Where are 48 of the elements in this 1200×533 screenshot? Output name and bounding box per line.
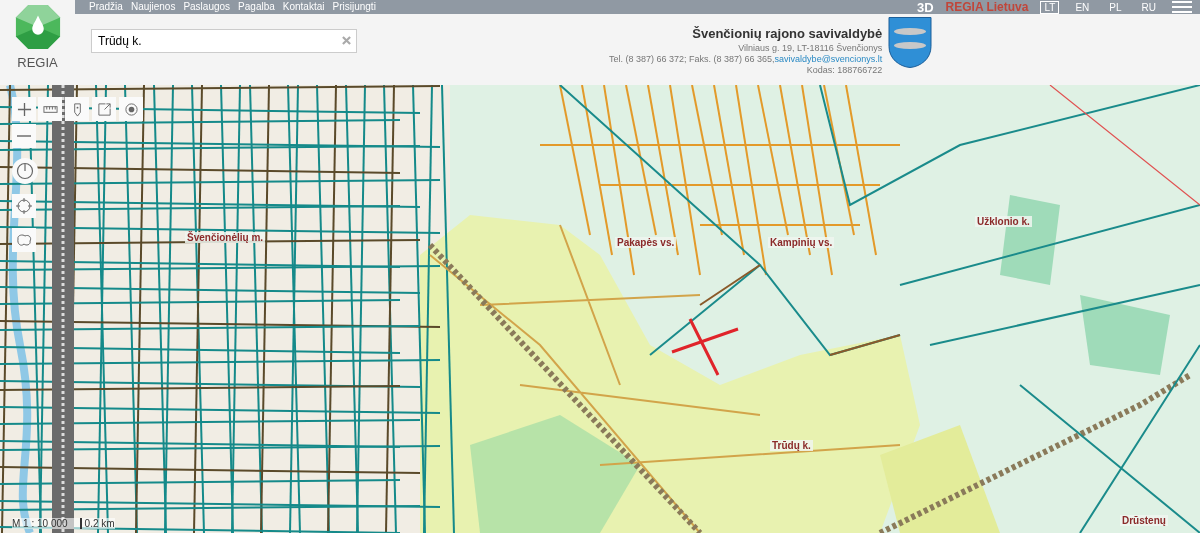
nav-link[interactable]: Paslaugos (183, 1, 231, 13)
zoom-in-button[interactable] (12, 97, 36, 121)
area-button[interactable] (12, 228, 36, 252)
language-tab[interactable]: RU (1137, 0, 1160, 14)
brand-link[interactable]: REGIA Lietuva (945, 0, 1029, 14)
scale-bar: 0.2 km (79, 518, 115, 529)
measure-button[interactable] (38, 97, 62, 121)
menu-icon[interactable] (1172, 1, 1192, 13)
nav-link[interactable]: Pagalba (238, 1, 275, 13)
nav-link[interactable]: Kontaktai (282, 1, 325, 13)
logo-icon[interactable] (13, 3, 62, 51)
nav-link[interactable]: Naujienos (130, 1, 176, 13)
plus-icon (16, 101, 32, 117)
search-field[interactable]: Trūdų k. (91, 29, 357, 53)
power-icon (16, 162, 34, 180)
code-text: Kodas: 188766722 (806, 65, 883, 76)
email-link[interactable]: savivaldybe@svencionys.lt (774, 54, 883, 64)
nav-link[interactable]: Prisijungti (332, 1, 376, 13)
locate-button[interactable] (119, 97, 143, 121)
language-tab[interactable]: LT (1040, 0, 1060, 14)
gps-button[interactable] (12, 194, 36, 218)
place-label: Drūstenų (1120, 515, 1168, 526)
place-label: Trūdų k. (770, 440, 813, 451)
map-drawing[interactable] (0, 85, 1200, 533)
language-tab[interactable]: EN (1071, 0, 1094, 14)
clear-icon[interactable] (342, 36, 351, 45)
share-icon (96, 101, 112, 117)
coat-of-arms-icon (888, 16, 933, 69)
target-icon (123, 101, 139, 117)
marker-button[interactable] (65, 97, 89, 121)
place-label: Švenčionėlių m. (185, 232, 266, 243)
contact-text: Tel. (8 387) 66 372; Faks. (8 387) 66 365, (609, 54, 775, 64)
municipality-name: Švenčionių rajono savivaldybė (692, 26, 883, 41)
mode-toggle[interactable]: 3D (916, 0, 934, 15)
address-text: Vilniaus g. 19, LT-18116 Švenčionys (738, 43, 883, 54)
place-label: Pakapės vs. (615, 237, 677, 248)
place-label: Kampinių vs. (768, 237, 835, 248)
cloud-shape-icon (15, 231, 33, 249)
logo-text: REGIA (17, 55, 58, 70)
crosshair-icon (15, 197, 33, 215)
zoom-out-button[interactable] (12, 124, 36, 148)
language-tab[interactable]: PL (1105, 0, 1126, 14)
minus-icon (17, 135, 31, 137)
scale-text: M 1 : 10 000 (12, 518, 68, 529)
place-label: Užklonio k. (975, 216, 1032, 227)
share-button[interactable] (92, 97, 116, 121)
cross-mark-icon (670, 317, 740, 377)
nav-link[interactable]: Pradžia (89, 1, 123, 13)
